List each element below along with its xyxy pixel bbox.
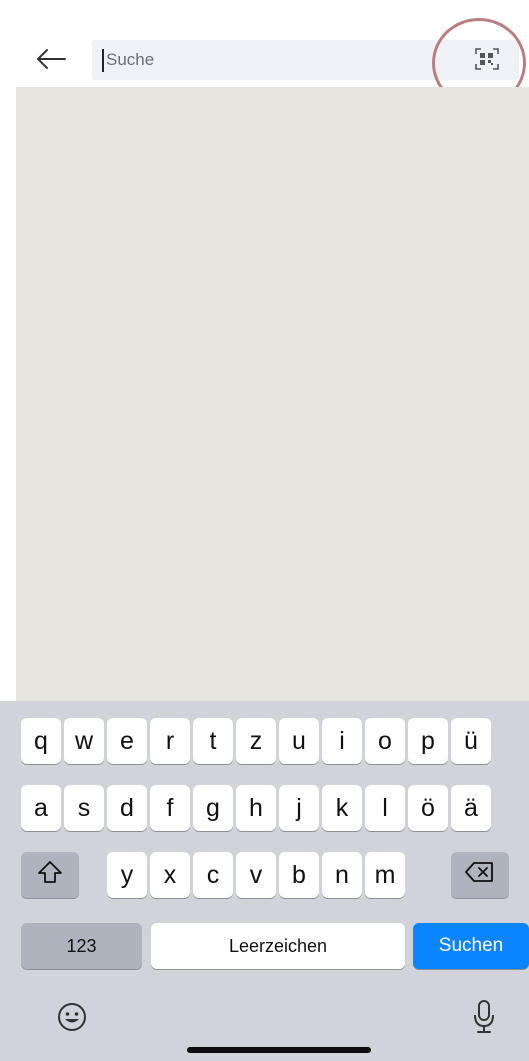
key-e[interactable]: e <box>107 718 147 764</box>
key-l[interactable]: l <box>365 785 405 831</box>
search-submit-key[interactable]: Suchen <box>413 923 529 969</box>
search-bar[interactable] <box>92 40 519 80</box>
microphone-icon <box>473 999 495 1039</box>
key-k[interactable]: k <box>322 785 362 831</box>
emoji-button[interactable] <box>52 999 92 1039</box>
key-p[interactable]: p <box>408 718 448 764</box>
key-n[interactable]: n <box>322 852 362 898</box>
key-q[interactable]: q <box>21 718 61 764</box>
key-w[interactable]: w <box>64 718 104 764</box>
key-z[interactable]: z <box>236 718 276 764</box>
key-d[interactable]: d <box>107 785 147 831</box>
key-c[interactable]: c <box>193 852 233 898</box>
key-h[interactable]: h <box>236 785 276 831</box>
backspace-key[interactable] <box>451 852 509 898</box>
home-indicator <box>187 1047 371 1053</box>
qr-scanner-icon <box>475 47 499 75</box>
space-key[interactable]: Leerzeichen <box>151 923 405 969</box>
left-arrow-icon <box>35 48 67 75</box>
key-b[interactable]: b <box>279 852 319 898</box>
key-j[interactable]: j <box>279 785 319 831</box>
back-button[interactable] <box>30 42 72 80</box>
key-g[interactable]: g <box>193 785 233 831</box>
key-i[interactable]: i <box>322 718 362 764</box>
emoji-icon <box>56 1001 88 1038</box>
keyboard: q w e r t z u i o p ü a s d f g h j k l … <box>0 701 529 1061</box>
key-t[interactable]: t <box>193 718 233 764</box>
content-area <box>16 87 529 701</box>
dictation-button[interactable] <box>464 997 504 1041</box>
key-oe[interactable]: ö <box>408 785 448 831</box>
key-v[interactable]: v <box>236 852 276 898</box>
text-cursor <box>102 49 104 72</box>
key-ae[interactable]: ä <box>451 785 491 831</box>
key-f[interactable]: f <box>150 785 190 831</box>
scan-button[interactable] <box>470 44 504 78</box>
key-ue[interactable]: ü <box>451 718 491 764</box>
shift-icon <box>37 860 63 891</box>
key-x[interactable]: x <box>150 852 190 898</box>
backspace-icon <box>465 861 495 890</box>
search-input[interactable] <box>102 40 426 80</box>
key-o[interactable]: o <box>365 718 405 764</box>
key-m[interactable]: m <box>365 852 405 898</box>
key-a[interactable]: a <box>21 785 61 831</box>
key-s[interactable]: s <box>64 785 104 831</box>
key-r[interactable]: r <box>150 718 190 764</box>
numbers-key[interactable]: 123 <box>21 923 142 969</box>
top-bar <box>0 0 529 87</box>
key-u[interactable]: u <box>279 718 319 764</box>
shift-key[interactable] <box>21 852 79 898</box>
key-y[interactable]: y <box>107 852 147 898</box>
